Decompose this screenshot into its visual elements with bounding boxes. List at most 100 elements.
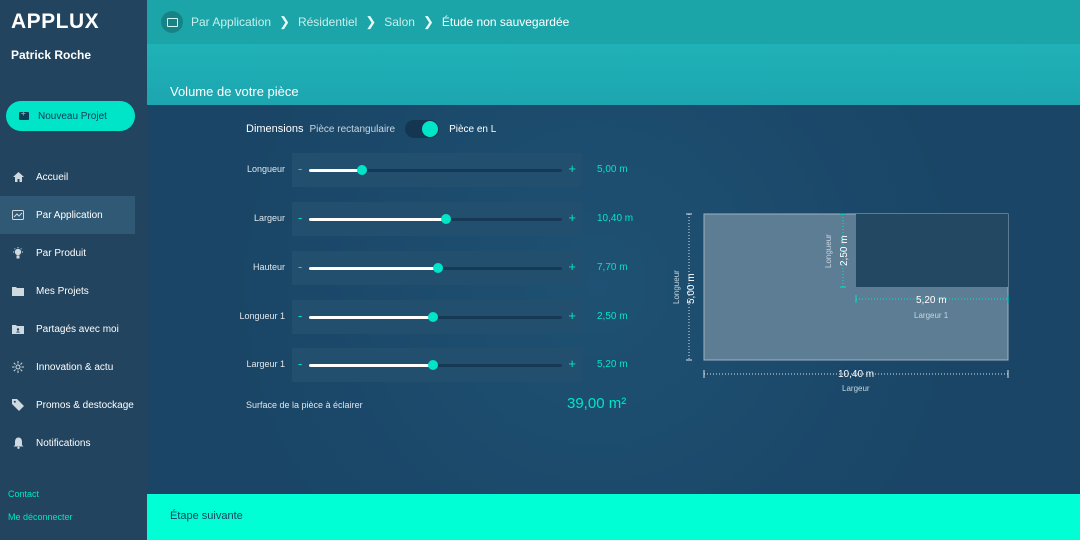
innovation-icon (12, 361, 24, 373)
sidebar: APPLUX Patrick Roche Nouveau Projet Accu… (0, 0, 147, 540)
sidebar-item-label: Promos & destockage (36, 399, 134, 411)
increment-button[interactable]: + (568, 211, 576, 224)
slider-track[interactable] (309, 312, 562, 322)
room-shape-toggle[interactable] (405, 120, 440, 138)
page-title: Volume de votre pièce (170, 84, 299, 99)
option-rectangular-label[interactable]: Pièce rectangulaire (309, 124, 395, 135)
sidebar-item-innovation[interactable]: Innovation & actu (0, 348, 135, 386)
shared-folder-icon (12, 323, 24, 335)
cut-length-label: Longueur (824, 234, 833, 268)
tag-icon (12, 399, 24, 411)
slider-value: 5,00 m (597, 164, 628, 175)
sidebar-item-partages[interactable]: Partagés avec moi (0, 310, 135, 348)
slider-fill (309, 316, 433, 319)
app-logo[interactable]: APPLUX (11, 10, 99, 34)
room-diagram: 5,00 m Longueur 10,40 m Largeur 2,50 m L… (667, 200, 1027, 400)
breadcrumb-item-salon[interactable]: Salon (384, 15, 415, 29)
breadcrumb: Par Application ❯ Résidentiel ❯ Salon ❯ … (147, 0, 1080, 44)
slider-track[interactable] (309, 214, 562, 224)
slider-fill (309, 169, 363, 172)
slider-control: - + (292, 202, 582, 236)
sidebar-item-label: Mes Projets (36, 285, 89, 297)
slider-row: Hauteur - +7,70 m (147, 251, 647, 285)
decrement-button[interactable]: - (298, 211, 302, 224)
logout-link[interactable]: Me déconnecter (8, 512, 73, 522)
slider-label: Largeur (253, 213, 285, 223)
sidebar-nav: Accueil Par Application Par Produit Mes … (0, 158, 135, 462)
slider-label: Largeur 1 (246, 359, 285, 369)
sidebar-item-par-application[interactable]: Par Application (0, 196, 135, 234)
slider-track[interactable] (309, 360, 562, 370)
cut-width-value: 5,20 m (916, 295, 947, 306)
slider-row: Longueur - +5,00 m (147, 153, 647, 187)
option-l-shape-label[interactable]: Pièce en L (449, 124, 496, 135)
decrement-button[interactable]: - (298, 357, 302, 370)
slider-thumb[interactable] (427, 360, 438, 370)
application-icon (12, 209, 24, 221)
sidebar-item-par-produit[interactable]: Par Produit (0, 234, 135, 272)
slider-value: 10,40 m (597, 213, 634, 224)
bell-icon (12, 437, 24, 449)
slider-row: Largeur 1- +5,20 m (147, 348, 647, 382)
slider-thumb[interactable] (357, 165, 368, 175)
chevron-right-icon: ❯ (365, 14, 377, 29)
increment-button[interactable]: + (568, 162, 576, 175)
slider-thumb[interactable] (440, 214, 451, 224)
slider-label: Hauteur (252, 262, 285, 272)
slider-label: Longueur 1 (239, 311, 285, 321)
slider-track[interactable] (309, 165, 562, 175)
surface-value: 39,00 m² (567, 395, 627, 412)
slider-value: 5,20 m (597, 359, 628, 370)
decrement-button[interactable]: - (298, 260, 302, 273)
surface-label: Surface de la pièce à éclairer (246, 400, 363, 410)
main-length-label: Longueur (672, 270, 681, 304)
slider-control: - + (292, 348, 582, 382)
increment-button[interactable]: + (568, 357, 576, 370)
new-folder-icon (19, 109, 29, 120)
slider-thumb[interactable] (433, 263, 444, 273)
page-header: Volume de votre pièce (147, 44, 1080, 105)
footer-bar: Étape suivante (147, 494, 1080, 540)
sidebar-item-label: Par Produit (36, 247, 87, 259)
increment-button[interactable]: + (568, 260, 576, 273)
new-project-label: Nouveau Projet (38, 110, 107, 122)
sidebar-item-label: Accueil (36, 171, 69, 183)
slider-value: 2,50 m (597, 311, 628, 322)
lamp-icon (12, 247, 24, 259)
decrement-button[interactable]: - (298, 309, 302, 322)
sidebar-item-mes-projets[interactable]: Mes Projets (0, 272, 135, 310)
main-content: Dimensions Pièce rectangulaire Pièce en … (147, 105, 1080, 494)
dimensions-row: Dimensions Pièce rectangulaire Pièce en … (246, 120, 496, 138)
sidebar-item-promos[interactable]: Promos & destockage (0, 386, 135, 424)
folder-icon (12, 285, 24, 297)
slider-control: - + (292, 300, 582, 334)
slider-label: Longueur (246, 164, 285, 174)
main-width-label: Largeur (842, 384, 870, 393)
slider-control: - + (292, 153, 582, 187)
breadcrumb-item-par-application[interactable]: Par Application (191, 15, 271, 29)
cut-length-value: 2,50 m (839, 235, 850, 266)
cut-width-label: Largeur 1 (914, 311, 949, 320)
main-length-value: 5,00 m (686, 273, 697, 304)
home-icon (12, 171, 24, 183)
slider-fill (309, 218, 446, 221)
user-name: Patrick Roche (11, 48, 92, 62)
sidebar-item-accueil[interactable]: Accueil (0, 158, 135, 196)
slider-row: Largeur - +10,40 m (147, 202, 647, 236)
breadcrumb-item-residentiel[interactable]: Résidentiel (298, 15, 357, 29)
chevron-right-icon: ❯ (279, 14, 290, 29)
next-step-button[interactable]: Étape suivante (170, 510, 243, 522)
increment-button[interactable]: + (568, 309, 576, 322)
sidebar-item-label: Innovation & actu (36, 361, 114, 373)
sidebar-item-notifications[interactable]: Notifications (0, 424, 135, 462)
toggle-knob[interactable] (422, 121, 439, 137)
slider-thumb[interactable] (427, 312, 438, 322)
sidebar-item-label: Notifications (36, 437, 91, 449)
new-project-button[interactable]: Nouveau Projet (6, 101, 135, 131)
breadcrumb-item-current: Étude non sauvegardée (441, 15, 570, 29)
application-icon (161, 11, 183, 33)
decrement-button[interactable]: - (298, 162, 302, 175)
contact-link[interactable]: Contact (8, 489, 39, 499)
slider-control: - + (292, 251, 582, 285)
slider-track[interactable] (309, 263, 562, 273)
